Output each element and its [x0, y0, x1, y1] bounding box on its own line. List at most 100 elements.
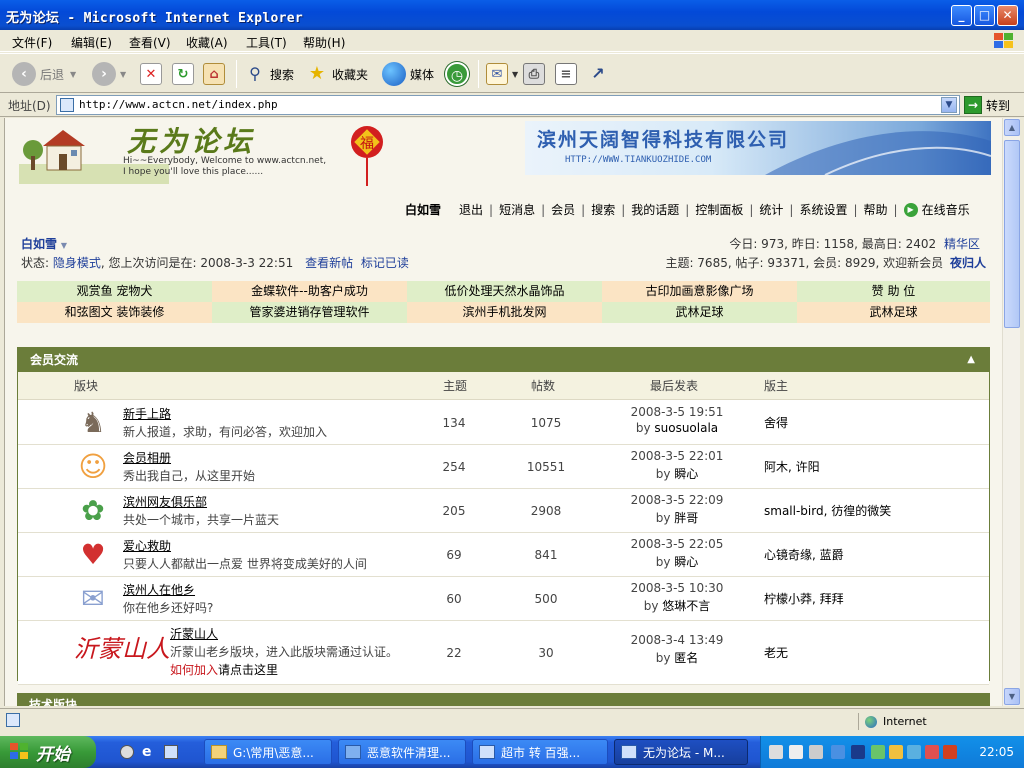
section-header[interactable]: 会员交流 ▲ [18, 348, 989, 372]
ad-cell[interactable]: 金蝶软件--助客户成功 [212, 281, 407, 302]
last-post-user-link[interactable]: 瞬心 [674, 555, 698, 569]
menu-edit[interactable]: 编辑(E) [71, 34, 112, 51]
ad-cell[interactable]: 古印加画意影像广场 [602, 281, 797, 302]
section-header-next[interactable]: 技术版块 [17, 693, 990, 706]
address-dropdown-icon[interactable]: ▼ [941, 97, 957, 113]
last-post-time[interactable]: 2008-3-5 22:09 [618, 493, 736, 507]
monitor-icon[interactable] [851, 745, 865, 759]
menu-file[interactable]: 文件(F) [12, 34, 52, 51]
mark-read-link[interactable]: 标记已读 [361, 256, 409, 270]
address-url[interactable]: http://www.actcn.net/index.php [79, 98, 278, 111]
digest-link[interactable]: 精华区 [944, 237, 980, 251]
app-tray-icon[interactable] [943, 745, 957, 759]
nav-my-topics[interactable]: 我的话题 [631, 201, 679, 218]
last-post-user-link[interactable]: 瞬心 [674, 467, 698, 481]
board-moderators[interactable]: small-bird, 彷徨的微笑 [764, 489, 891, 533]
keyboard-icon[interactable] [769, 745, 783, 759]
forum-logo[interactable]: 福 无为论坛 Hi~~Everybody, Welcome to www.act… [15, 120, 385, 192]
sponsor-banner[interactable]: 滨州天阔智得科技有限公司 HTTP://WWW.TIANKUOZHIDE.COM [525, 121, 991, 175]
board-moderators[interactable]: 柠檬小莽, 拜拜 [764, 577, 844, 621]
ad-cell[interactable]: 武林足球 [602, 302, 797, 323]
forward-dropdown-icon[interactable]: ▼ [120, 70, 126, 79]
last-post-user-link[interactable]: suosuolala [654, 421, 718, 435]
network-icon[interactable] [871, 745, 885, 759]
board-name-link[interactable]: 爱心救助 [123, 537, 171, 554]
donkey-icon[interactable]: ♞ [74, 407, 112, 439]
board-moderators[interactable]: 心镜奇缘, 蓝爵 [764, 533, 844, 577]
task-browser-1[interactable]: 超市 转 百强... [472, 739, 608, 765]
task-folder[interactable]: G:\常用\恶意... [204, 739, 332, 765]
heart-icon[interactable]: ♥ [74, 539, 112, 571]
nav-online-music[interactable]: 在线音乐 [922, 201, 970, 218]
last-post-time[interactable]: 2008-3-5 19:51 [618, 405, 736, 419]
nav-control-panel[interactable]: 控制面板 [695, 201, 743, 218]
view-new-link[interactable]: 查看新帖 [305, 256, 353, 270]
address-input[interactable]: http://www.actcn.net/index.php ▼ [56, 95, 960, 115]
start-button[interactable]: 开始 [0, 736, 96, 768]
user-menu[interactable]: 白如雪 ▼ [21, 235, 67, 252]
scroll-thumb[interactable] [1004, 140, 1020, 328]
quicklaunch-desktop-icon[interactable] [164, 745, 178, 759]
board-icon-calligraphy-logo[interactable]: 沂蒙山人 [74, 629, 170, 663]
board-name-link[interactable]: 沂蒙山人 [170, 625, 218, 642]
go-button[interactable]: → 转到 [964, 96, 1010, 114]
scroll-down-icon[interactable]: ▼ [1004, 688, 1020, 705]
last-post-user-link[interactable]: 匿名 [674, 651, 698, 665]
scroll-up-icon[interactable]: ▲ [1004, 119, 1020, 136]
maximize-button[interactable]: □ [974, 5, 995, 26]
edit-button[interactable]: ≡ [555, 62, 581, 86]
ad-cell[interactable]: 和弦图文 装饰装修 [17, 302, 212, 323]
faces-icon[interactable]: ☺ [74, 451, 112, 483]
nav-stats[interactable]: 统计 [759, 201, 783, 218]
join-tail-link[interactable]: 请点击这里 [218, 663, 278, 677]
antivirus-icon[interactable] [925, 745, 939, 759]
close-button[interactable]: ✕ [997, 5, 1018, 26]
vertical-scrollbar[interactable]: ▲ ▼ [1002, 118, 1020, 706]
nav-messages[interactable]: 短消息 [499, 201, 535, 218]
speaker-icon[interactable] [809, 745, 823, 759]
search-button[interactable]: ⚲ 搜索 [244, 62, 294, 86]
history-button[interactable]: ◷ [445, 62, 473, 86]
user-name[interactable]: 白如雪 [21, 237, 57, 251]
ad-cell[interactable]: 滨州手机批发网 [407, 302, 602, 323]
mail-button[interactable]: ✉ ▼ [486, 62, 518, 86]
back-dropdown-icon[interactable]: ▼ [70, 70, 76, 79]
quicklaunch-ie-icon[interactable]: e [142, 744, 152, 760]
last-post-time[interactable]: 2008-3-5 10:30 [618, 581, 736, 595]
media-button[interactable]: 媒体 [382, 62, 434, 86]
sprout-icon[interactable]: ✿ [74, 495, 112, 527]
envelope-icon[interactable]: ✉ [74, 583, 112, 615]
shield-icon[interactable] [889, 745, 903, 759]
board-moderators[interactable]: 老无 [764, 621, 788, 685]
nav-username[interactable]: 白如雪 [405, 201, 441, 218]
minimize-button[interactable]: _ [951, 5, 972, 26]
board-moderators[interactable]: 阿木, 许阳 [764, 445, 820, 489]
newest-member-link[interactable]: 夜归人 [950, 256, 986, 270]
task-browser-active[interactable]: 无为论坛 - M... [614, 739, 748, 765]
mail-dropdown-icon[interactable]: ▼ [512, 70, 518, 79]
menu-view[interactable]: 查看(V) [129, 34, 171, 51]
task-cleaner[interactable]: 恶意软件清理... [338, 739, 466, 765]
last-post-user-link[interactable]: 悠琳不言 [662, 599, 710, 613]
how-to-join-link[interactable]: 如何加入 [170, 663, 218, 677]
home-button[interactable]: ⌂ [203, 62, 229, 86]
print-button[interactable]: ⎙ [523, 62, 549, 86]
menu-favorites[interactable]: 收藏(A) [186, 34, 228, 51]
messenger-button[interactable]: ↗ [587, 62, 613, 86]
ad-cell[interactable]: 低价处理天然水晶饰品 [407, 281, 602, 302]
back-button[interactable]: ‹ 后退 ▼ [12, 62, 76, 86]
sync-icon[interactable] [907, 745, 921, 759]
ad-cell[interactable]: 赞 助 位 [797, 281, 990, 302]
last-post-user-link[interactable]: 胖哥 [674, 511, 698, 525]
nav-help[interactable]: 帮助 [864, 201, 888, 218]
board-moderators[interactable]: 舍得 [764, 401, 788, 445]
stop-button[interactable]: ✕ [140, 62, 166, 86]
menu-tools[interactable]: 工具(T) [246, 34, 287, 51]
last-post-time[interactable]: 2008-3-4 13:49 [618, 633, 736, 647]
nav-settings[interactable]: 系统设置 [799, 201, 847, 218]
board-name-link[interactable]: 新手上路 [123, 405, 171, 422]
help-icon[interactable] [789, 745, 803, 759]
status-mode-link[interactable]: 隐身模式 [53, 256, 101, 270]
menu-help[interactable]: 帮助(H) [303, 34, 345, 51]
last-post-time[interactable]: 2008-3-5 22:05 [618, 537, 736, 551]
